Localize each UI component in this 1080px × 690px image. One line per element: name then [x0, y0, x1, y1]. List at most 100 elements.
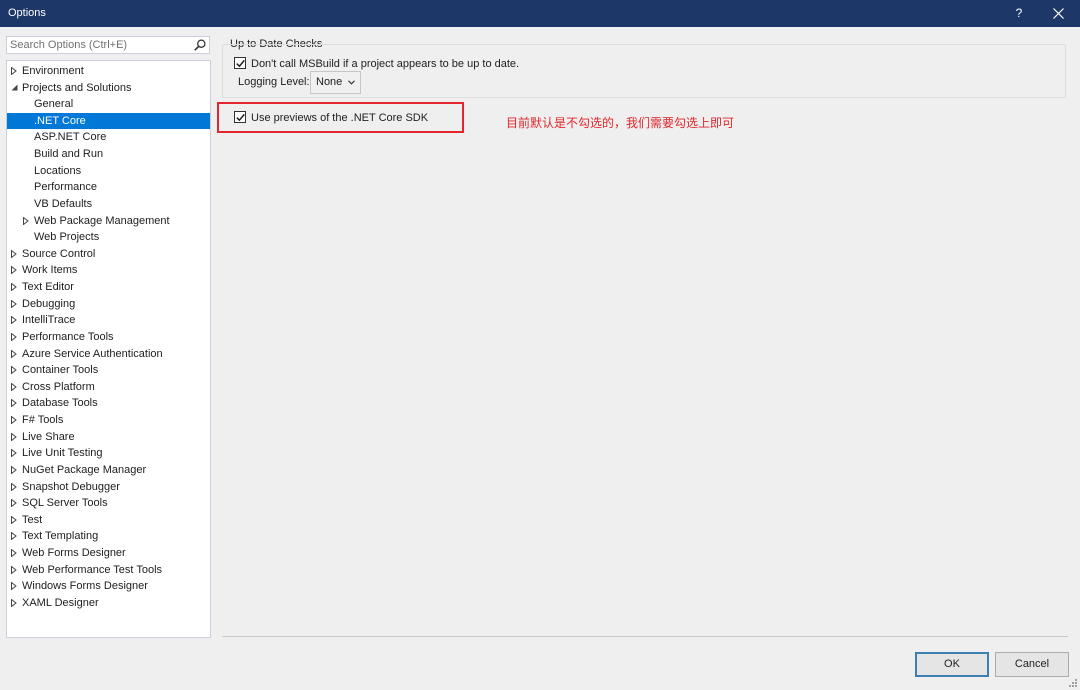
tree-item[interactable]: Live Share [7, 429, 210, 445]
expand-arrow-icon[interactable] [10, 312, 20, 328]
tree-item[interactable]: Performance Tools [7, 329, 210, 345]
previews-checkbox[interactable] [234, 111, 246, 123]
tree-item[interactable]: Performance [7, 179, 210, 195]
expand-arrow-icon[interactable] [10, 479, 20, 495]
tree-item-label: Azure Service Authentication [22, 347, 163, 360]
tree-item[interactable]: Web Performance Test Tools [7, 562, 210, 578]
tree-item-label: Live Unit Testing [22, 447, 103, 460]
tree-item[interactable]: ASP.NET Core [7, 129, 210, 145]
expand-arrow-icon[interactable] [10, 545, 20, 561]
tree-item-label: Environment [22, 65, 84, 77]
expand-arrow-icon[interactable] [10, 262, 20, 278]
collapse-arrow-icon[interactable] [10, 80, 20, 96]
tree-item-label: Web Package Management [34, 214, 170, 227]
expand-arrow-icon[interactable] [10, 528, 20, 544]
expand-arrow-icon[interactable] [10, 296, 20, 312]
expand-arrow-icon[interactable] [10, 395, 20, 411]
tree-item[interactable]: Test [7, 512, 210, 528]
tree-item[interactable]: IntelliTrace [7, 312, 210, 328]
tree-item-label: .NET Core [34, 114, 86, 127]
tree-item[interactable]: VB Defaults [7, 196, 210, 212]
expand-arrow-icon[interactable] [10, 462, 20, 478]
tree-item[interactable]: .NET Core [7, 112, 210, 129]
expand-arrow-icon[interactable] [10, 562, 20, 578]
expand-arrow-icon[interactable] [10, 379, 20, 395]
tree-item-label: XAML Designer [22, 596, 99, 609]
tree-item[interactable]: Database Tools [7, 395, 210, 411]
checkmark-icon [236, 113, 245, 122]
tree-item[interactable]: Build and Run [7, 146, 210, 162]
tree-item[interactable]: Windows Forms Designer [7, 578, 210, 594]
tree-item[interactable]: XAML Designer [7, 595, 210, 611]
tree-item[interactable]: Web Projects [7, 229, 210, 245]
tree-item[interactable]: Snapshot Debugger [7, 479, 210, 495]
cancel-button[interactable]: Cancel [995, 652, 1069, 677]
expand-arrow-icon[interactable] [10, 595, 20, 611]
title-bar: Options ? [0, 0, 1080, 27]
tree-item-label: Text Templating [22, 530, 99, 543]
tree-item-label: Live Share [22, 430, 75, 443]
resize-grip-icon[interactable] [1068, 678, 1078, 688]
expand-arrow-icon[interactable] [10, 429, 20, 445]
expand-arrow-icon[interactable] [10, 495, 20, 511]
footer-divider [222, 636, 1068, 637]
expand-arrow-icon[interactable] [10, 63, 20, 79]
expand-arrow-icon[interactable] [10, 346, 20, 362]
tree-item-label: Projects and Solutions [22, 81, 132, 94]
expand-arrow-icon[interactable] [10, 412, 20, 428]
annotation-text: 目前默认是不勾选的，我们需要勾选上即可 [506, 116, 735, 130]
tree-item[interactable]: Live Unit Testing [7, 445, 210, 461]
tree-item[interactable]: Web Forms Designer [7, 545, 210, 561]
tree-item-label: Web Forms Designer [22, 546, 126, 559]
logging-level-label: Logging Level: [238, 76, 310, 88]
window-title: Options [8, 7, 46, 19]
tree-item[interactable]: Locations [7, 163, 210, 179]
search-icon[interactable] [194, 39, 206, 51]
tree-item-label: Performance Tools [22, 330, 114, 343]
tree-item[interactable]: SQL Server Tools [7, 495, 210, 511]
tree-item[interactable]: Cross Platform [7, 379, 210, 395]
msbuild-checkbox-label: Don't call MSBuild if a project appears … [251, 58, 520, 70]
logging-level-dropdown[interactable]: None [310, 71, 361, 94]
expand-arrow-icon[interactable] [10, 246, 20, 262]
msbuild-checkbox[interactable] [234, 57, 246, 69]
chevron-down-icon [348, 80, 355, 85]
tree-item[interactable]: Source Control [7, 246, 210, 262]
options-tree[interactable]: Environment Projects and Solutions General… [6, 60, 211, 638]
tree-item-label: Source Control [22, 247, 96, 260]
expand-arrow-icon[interactable] [10, 445, 20, 461]
tree-item[interactable]: Text Editor [7, 279, 210, 295]
expand-arrow-icon[interactable] [10, 362, 20, 378]
tree-item-label: Debugging [22, 297, 76, 310]
tree-item[interactable]: Debugging [7, 296, 210, 312]
expand-arrow-icon[interactable] [10, 512, 20, 528]
tree-item-label: IntelliTrace [22, 314, 76, 327]
tree-item-label: ASP.NET Core [34, 131, 107, 144]
tree-item-label: SQL Server Tools [22, 497, 108, 510]
tree-item[interactable]: Container Tools [7, 362, 210, 378]
previews-checkbox-label: Use previews of the .NET Core SDK [251, 112, 429, 124]
tree-item-label: Container Tools [22, 364, 99, 377]
tree-item-label: VB Defaults [34, 197, 93, 210]
tree-item[interactable]: General [7, 96, 210, 112]
tree-item-label: Snapshot Debugger [22, 480, 120, 493]
tree-item[interactable]: Text Templating [7, 528, 210, 544]
search-input[interactable] [10, 37, 190, 53]
help-button[interactable]: ? [1008, 0, 1030, 27]
tree-item[interactable]: Projects and Solutions [7, 80, 210, 96]
expand-arrow-icon[interactable] [10, 279, 20, 295]
tree-item[interactable]: Work Items [7, 262, 210, 278]
expand-arrow-icon[interactable] [10, 578, 20, 594]
tree-item[interactable]: F# Tools [7, 412, 210, 428]
ok-button[interactable]: OK [915, 652, 989, 677]
tree-item-label: Database Tools [22, 397, 98, 410]
expand-arrow-icon[interactable] [10, 329, 20, 345]
tree-item[interactable]: NuGet Package Manager [7, 462, 210, 478]
expand-arrow-icon[interactable] [22, 213, 32, 229]
tree-item[interactable]: Azure Service Authentication [7, 346, 210, 362]
tree-item[interactable]: Environment [7, 63, 210, 79]
search-box[interactable] [6, 36, 210, 54]
tree-item-label: Work Items [22, 264, 78, 277]
tree-item[interactable]: Web Package Management [7, 213, 210, 229]
close-button[interactable] [1046, 0, 1072, 27]
